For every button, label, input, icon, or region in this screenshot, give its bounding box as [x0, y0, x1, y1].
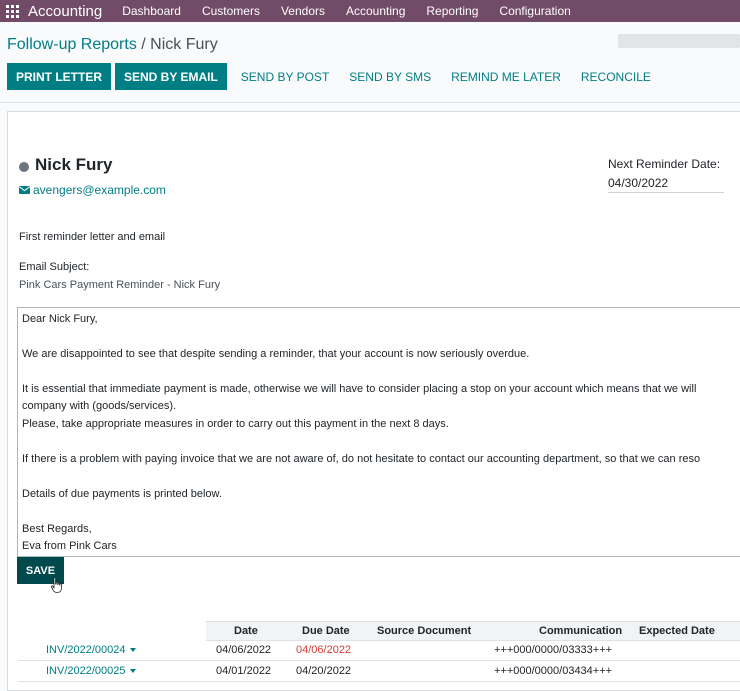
- search-bar-placeholder[interactable]: [618, 34, 740, 48]
- email-body-line: It is essential that immediate payment i…: [22, 383, 697, 395]
- nav-customers[interactable]: Customers: [202, 4, 260, 18]
- nav-accounting[interactable]: Accounting: [346, 4, 405, 18]
- print-letter-button[interactable]: PRINT LETTER: [7, 63, 111, 90]
- table-cell-due-date: 04/06/2022: [296, 644, 352, 656]
- email-body-line: company with (goods/services).: [22, 400, 177, 412]
- column-header-communication[interactable]: Communication: [539, 622, 622, 640]
- column-header-date[interactable]: Date: [234, 622, 258, 640]
- control-panel-divider: [0, 102, 740, 103]
- column-header-expected-date[interactable]: Expected Date: [639, 622, 715, 640]
- breadcrumb-current: Nick Fury: [150, 36, 218, 53]
- nav-configuration[interactable]: Configuration: [499, 4, 570, 18]
- partner-name: Nick Fury: [35, 155, 113, 174]
- top-navbar: Accounting Dashboard Customers Vendors A…: [0, 0, 740, 22]
- nav-dashboard[interactable]: Dashboard: [122, 4, 181, 18]
- column-header-due-date[interactable]: Due Date: [302, 622, 350, 640]
- email-body-line: Best Regards,: [22, 523, 92, 535]
- table-row-separator: [18, 681, 740, 682]
- reconcile-button[interactable]: RECONCILE: [571, 63, 661, 90]
- invoice-link[interactable]: INV/2022/00024: [46, 642, 136, 658]
- remind-me-later-button[interactable]: REMIND ME LATER: [441, 63, 571, 90]
- action-toolbar: PRINT LETTER SEND BY EMAIL SEND BY POST …: [7, 63, 661, 90]
- send-by-sms-button[interactable]: SEND BY SMS: [339, 63, 441, 90]
- table-cell-date: 04/01/2022: [216, 665, 272, 677]
- send-by-post-button[interactable]: SEND BY POST: [231, 63, 339, 90]
- table-row-separator: [18, 660, 740, 661]
- envelope-icon: [19, 186, 30, 194]
- app-name[interactable]: Accounting: [28, 3, 102, 20]
- email-body-line: Eva from Pink Cars: [22, 540, 117, 552]
- table-cell-date: 04/06/2022: [216, 644, 272, 656]
- email-body-line: If there is a problem with paying invoic…: [22, 453, 701, 465]
- hand-cursor-icon: [51, 577, 62, 593]
- breadcrumb: Follow-up Reports / Nick Fury: [7, 36, 218, 54]
- nav-reporting[interactable]: Reporting: [426, 4, 478, 18]
- invoice-link[interactable]: INV/2022/00025: [46, 663, 136, 679]
- caret-down-icon: [129, 648, 136, 653]
- next-reminder-date-field[interactable]: 04/30/2022: [608, 176, 724, 193]
- column-header-source-document[interactable]: Source Document: [377, 622, 471, 640]
- table-cell-due-date: 04/20/2022: [296, 665, 352, 677]
- partner-status-dot-icon: [19, 162, 29, 172]
- email-subject-label: Email Subject:: [19, 261, 90, 273]
- email-body-line: Please, take appropriate measures in ord…: [22, 418, 449, 430]
- next-reminder-label: Next Reminder Date:: [608, 157, 721, 171]
- email-body-line: Dear Nick Fury,: [22, 313, 98, 325]
- apps-menu-icon[interactable]: [6, 4, 20, 18]
- email-subject-value[interactable]: Pink Cars Payment Reminder - Nick Fury: [19, 279, 220, 291]
- caret-down-icon: [129, 669, 136, 674]
- email-body-line: Details of due payments is printed below…: [22, 488, 222, 500]
- table-cell-communication: +++000/0000/03333+++: [494, 644, 613, 656]
- table-cell-communication: +++000/0000/03434+++: [494, 665, 613, 677]
- nav-vendors[interactable]: Vendors: [281, 4, 325, 18]
- send-by-email-button[interactable]: SEND BY EMAIL: [115, 63, 227, 90]
- breadcrumb-parent[interactable]: Follow-up Reports: [7, 36, 137, 53]
- followup-level-name: First reminder letter and email: [19, 231, 166, 243]
- email-body-editor[interactable]: Dear Nick Fury, We are disappointed to s…: [17, 307, 740, 557]
- breadcrumb-separator: /: [136, 36, 151, 53]
- partner-email-link[interactable]: avengers@example.com: [33, 183, 166, 197]
- email-body-line: We are disappointed to see that despite …: [22, 348, 530, 360]
